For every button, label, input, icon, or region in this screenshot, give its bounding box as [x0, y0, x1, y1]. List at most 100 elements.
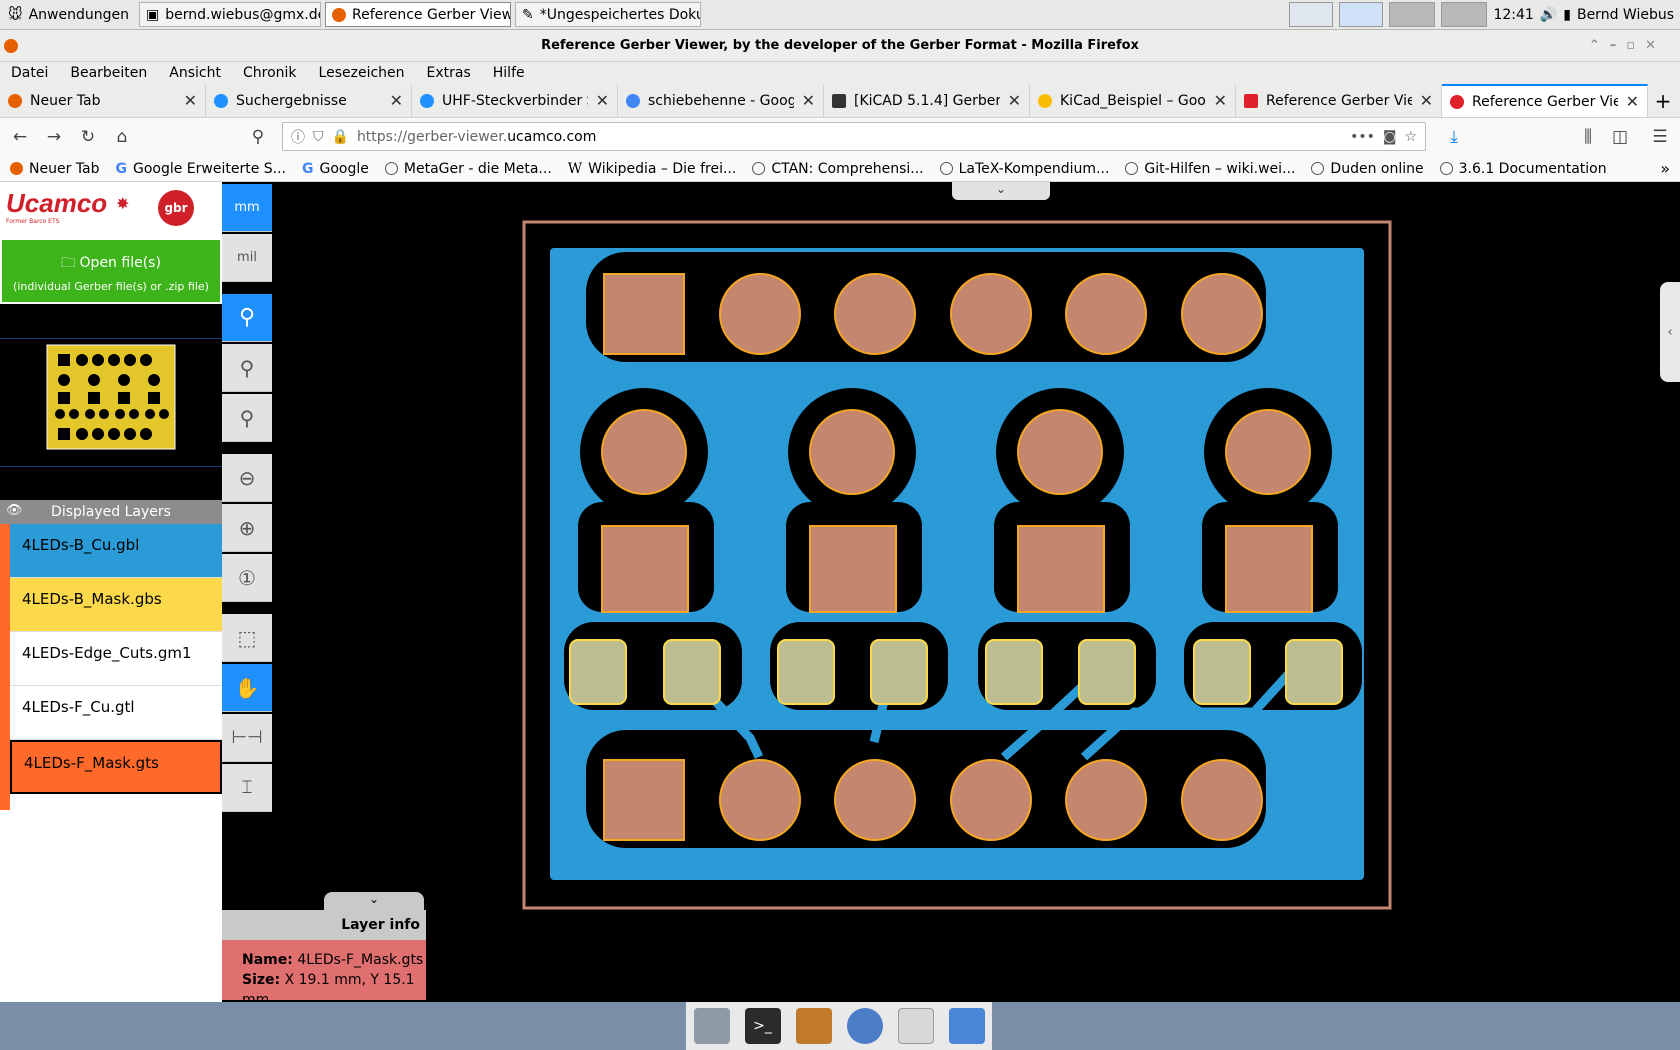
tab-gerber-2[interactable]: Reference Gerber View ✕ — [1442, 84, 1648, 117]
zoom-out-button[interactable]: ⊖ — [222, 454, 272, 502]
close-icon[interactable]: ✕ — [1214, 91, 1227, 110]
layer-item-f-cu[interactable]: 4LEDs-F_Cu.gtl — [10, 686, 222, 740]
menu-lesezeichen[interactable]: Lesezeichen — [308, 65, 416, 81]
menu-extras[interactable]: Extras — [416, 65, 482, 81]
info-icon[interactable]: ⓘ — [291, 127, 305, 147]
layer-item-edge-cuts[interactable]: 4LEDs-Edge_Cuts.gm1 — [10, 632, 222, 686]
library-icon[interactable]: ⫼ — [1576, 127, 1600, 147]
home-icon[interactable]: ⌂ — [110, 127, 134, 147]
gerber-canvas[interactable] — [274, 182, 1680, 1002]
bookmark-item[interactable]: Duden online — [1311, 161, 1424, 177]
taskbar-window-label: bernd.wiebus@gmx.de -... — [165, 6, 322, 23]
tab-gerber-1[interactable]: Reference Gerber View ✕ — [1236, 84, 1442, 117]
forward-icon[interactable]: → — [42, 127, 66, 147]
tab-neuer-tab[interactable]: Neuer Tab ✕ — [0, 84, 206, 117]
page-actions-icon[interactable]: ••• — [1350, 129, 1375, 145]
layer-item-f-mask[interactable]: 4LEDs-F_Mask.gts — [10, 740, 222, 794]
tab-google[interactable]: schiebehenne - Googl ✕ — [618, 84, 824, 117]
close-icon[interactable]: ✕ — [802, 91, 815, 110]
reload-icon[interactable]: ↻ — [76, 127, 100, 147]
desktop-icon[interactable] — [693, 1008, 730, 1044]
pin-outline-tool-button[interactable]: ⚲ — [222, 344, 272, 392]
search-document-icon[interactable] — [897, 1008, 934, 1044]
zoom-in-button[interactable]: ⊕ — [222, 504, 272, 552]
layer-item-b-mask[interactable]: 4LEDs-B_Mask.gbs — [10, 578, 222, 632]
wikipedia-icon: W — [567, 160, 583, 177]
window-controls[interactable]: ⌃–▫✕ — [1589, 38, 1666, 53]
measure-button[interactable]: ⊢⊣ — [222, 714, 272, 762]
workspace-1[interactable] — [1289, 2, 1334, 27]
hamburger-menu-icon[interactable]: ☰ — [1648, 127, 1672, 147]
pan-tool-button[interactable]: ✋ — [222, 664, 272, 712]
bookmark-star-icon[interactable]: ☆ — [1404, 129, 1417, 145]
close-icon[interactable]: ✕ — [1626, 92, 1639, 111]
zoom-window-button[interactable]: ⬚ — [222, 614, 272, 662]
bookmark-item[interactable]: CTAN: Comprehensi... — [752, 161, 924, 177]
url-bar[interactable]: ⓘ ⛉ 🔒 https://gerber-viewer.ucamco.com •… — [282, 122, 1426, 151]
pin-tool-button[interactable]: ⚲ — [222, 294, 272, 342]
open-files-button[interactable]: 🗀 Open file(s) (individual Gerber file(s… — [2, 240, 220, 302]
menu-chronik[interactable]: Chronik — [232, 65, 308, 81]
close-icon[interactable]: ✕ — [1008, 91, 1021, 110]
menu-hilfe[interactable]: Hilfe — [482, 65, 536, 81]
more-bookmarks-icon[interactable]: » — [1660, 159, 1670, 178]
taskbar-window-mail[interactable]: ▣ bernd.wiebus@gmx.de -... — [139, 2, 322, 27]
tracking-shield-icon[interactable]: ⛉ — [313, 129, 324, 145]
layer-item-b-cu[interactable]: 4LEDs-B_Cu.gbl — [10, 524, 222, 578]
workspace-2[interactable] — [1339, 2, 1384, 27]
bookmark-item[interactable]: W Wikipedia – Die frei... — [568, 161, 737, 177]
top-panel-handle[interactable]: ⌄ — [952, 182, 1050, 200]
close-icon[interactable]: ✕ — [1420, 91, 1433, 110]
tab-uhf[interactable]: UHF-Steckverbinder S ✕ — [412, 84, 618, 117]
zoom-1-icon: ① — [238, 565, 256, 590]
bookmark-item[interactable]: Git-Hilfen – wiki.wei... — [1125, 161, 1295, 177]
pin-off-tool-button[interactable]: ⚲ — [222, 394, 272, 442]
user-name[interactable]: Bernd Wiebus — [1577, 7, 1674, 23]
menu-datei[interactable]: Datei — [0, 65, 59, 81]
workspace-4[interactable] — [1441, 2, 1488, 27]
bookmark-item[interactable]: Neuer Tab — [10, 161, 99, 177]
network-icon[interactable]: ▮ — [1563, 7, 1571, 23]
unit-mil-button[interactable]: mil — [222, 234, 272, 282]
zoom-actual-button[interactable]: ① — [222, 554, 272, 602]
clock[interactable]: 12:41 — [1493, 7, 1533, 23]
tab-suchergebnisse[interactable]: Suchergebnisse ✕ — [206, 84, 412, 117]
bookmark-item[interactable]: G Google Erweiterte S... — [115, 161, 286, 177]
folder-icon[interactable] — [948, 1008, 985, 1044]
terminal-icon[interactable]: >_ — [744, 1008, 781, 1044]
url-text[interactable]: https://gerber-viewer.ucamco.com — [357, 129, 596, 145]
close-icon[interactable]: ✕ — [390, 91, 403, 110]
board-preview[interactable] — [0, 304, 222, 500]
bookmark-item[interactable]: MetaGer - die Meta... — [384, 161, 552, 177]
eye-icon[interactable]: 👁 — [6, 503, 23, 518]
new-tab-button[interactable]: + — [1648, 84, 1678, 117]
bookmark-item[interactable]: LaTeX-Kompendium... — [939, 161, 1109, 177]
applications-menu[interactable]: 🐭 Anwendungen — [2, 2, 135, 27]
menu-ansicht[interactable]: Ansicht — [158, 65, 232, 81]
bookmark-item[interactable]: 3.6.1 Documentation — [1439, 161, 1607, 177]
taskbar-window-editor[interactable]: ✎ *Ungespeichertes Doku... — [515, 2, 702, 27]
taskbar-window-firefox[interactable]: Reference Gerber View... — [325, 2, 512, 27]
pin-icon: ⚲ — [238, 305, 256, 330]
layer-info-toggle[interactable]: ⌄ — [324, 892, 424, 910]
close-icon[interactable]: ✕ — [184, 91, 197, 110]
workspace-3[interactable] — [1389, 2, 1436, 27]
right-panel-handle[interactable]: ‹ — [1660, 282, 1680, 382]
download-icon[interactable]: ⤓ — [1442, 127, 1466, 147]
pocket-icon[interactable]: ◙ — [1383, 129, 1397, 145]
measure-area-button[interactable]: ⌶ — [222, 764, 272, 812]
tab-kicad-forum[interactable]: [KiCAD 5.1.4] Gerber E ✕ — [824, 84, 1030, 117]
volume-icon[interactable]: 🔊 — [1540, 7, 1557, 23]
back-icon[interactable]: ← — [8, 127, 32, 147]
lock-icon[interactable]: 🔒 — [332, 129, 349, 145]
layer-info-size-label: Size: — [242, 972, 281, 988]
close-icon[interactable]: ✕ — [596, 91, 609, 110]
unit-mm-button[interactable]: mm — [222, 184, 272, 232]
globe-icon[interactable] — [846, 1008, 883, 1044]
menu-bearbeiten[interactable]: Bearbeiten — [59, 65, 158, 81]
search-icon[interactable]: ⚲ — [246, 127, 270, 147]
tab-google-drive[interactable]: KiCad_Beispiel – Goog ✕ — [1030, 84, 1236, 117]
file-cabinet-icon[interactable] — [795, 1008, 832, 1044]
sidebar-icon[interactable]: ◫ — [1608, 127, 1632, 147]
bookmark-item[interactable]: G Google — [302, 161, 369, 177]
